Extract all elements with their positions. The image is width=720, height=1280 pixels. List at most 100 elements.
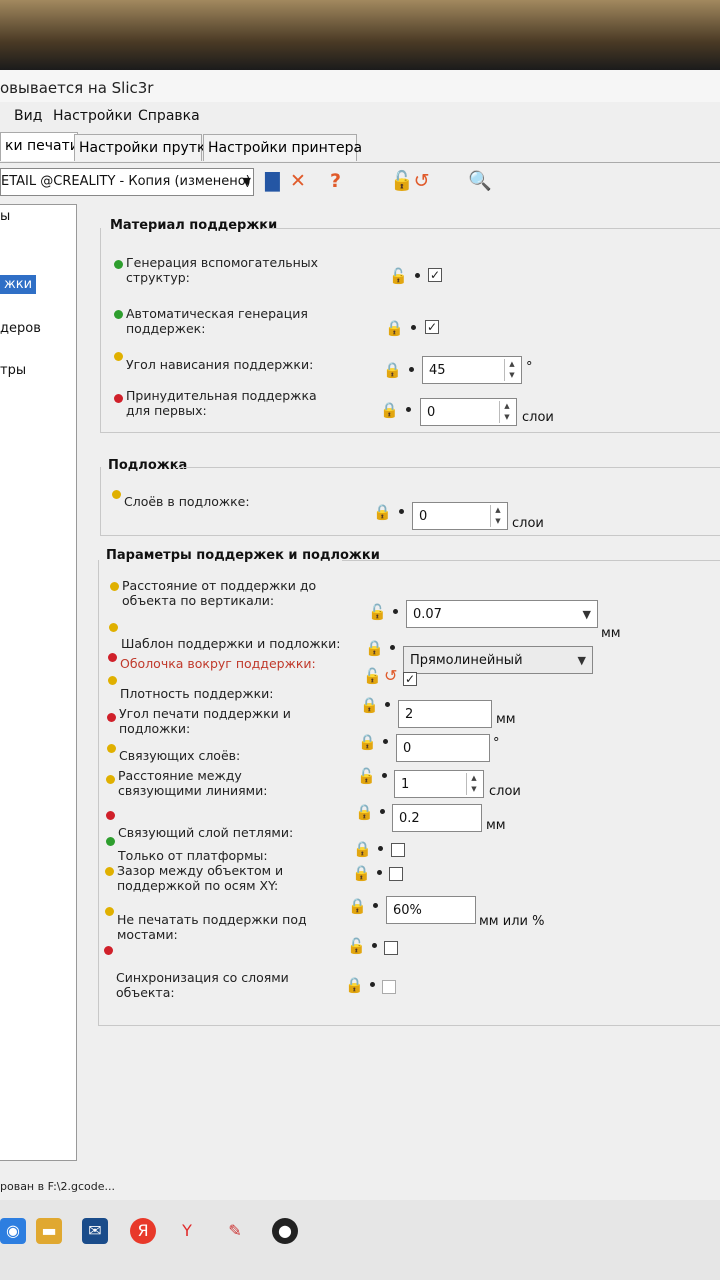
raft-layers-unit: слои	[512, 516, 544, 531]
preset-select[interactable]: ETAIL @CREALITY - Копия (изменено) ▼	[0, 168, 254, 196]
support-angle-label: Угол печати поддержки и подложки:	[119, 706, 291, 736]
tab-printer-settings[interactable]: Настройки принтера	[203, 134, 362, 161]
status-dot	[107, 744, 116, 753]
buildplate-only-checkbox[interactable]	[389, 867, 403, 881]
category-item[interactable]: тры	[0, 363, 26, 378]
raft-layers-label: Слоёв в подложке:	[124, 494, 250, 509]
unlock-icon[interactable]: 🔓	[363, 668, 382, 684]
category-item[interactable]: ы	[0, 209, 10, 224]
category-item-support[interactable]: жки	[0, 275, 37, 294]
save-icon[interactable]: ▇	[265, 170, 280, 192]
lock-icon[interactable]: 🔒	[385, 320, 404, 336]
menu-view[interactable]: Вид	[14, 108, 42, 124]
menu-settings[interactable]: Настройки	[53, 108, 132, 124]
support-pattern-select[interactable]: Прямолинейный ▼	[403, 646, 593, 674]
buildplate-only-label: Только от платформы:	[118, 848, 268, 863]
support-shell-checkbox[interactable]: ✓	[403, 672, 417, 686]
yandex-browser-icon[interactable]: Я	[130, 1218, 156, 1244]
support-angle-value: 0	[403, 741, 412, 756]
sync-layers-label: Синхронизация со слоями объекта:	[116, 970, 289, 1000]
status-dot	[112, 490, 121, 499]
overhang-angle-input[interactable]: 45 ▲ ▼	[422, 356, 522, 384]
yandex-icon[interactable]: Y	[174, 1218, 200, 1244]
app-icon[interactable]: ✎	[222, 1218, 248, 1244]
support-angle-input[interactable]: 0	[396, 734, 490, 762]
spinner-icon[interactable]: ▲ ▼	[504, 359, 519, 381]
bullet-icon	[415, 273, 420, 278]
bullet-icon	[378, 846, 383, 851]
contact-distance-unit: мм	[601, 626, 621, 641]
interface-loops-checkbox[interactable]	[391, 843, 405, 857]
no-bridges-label: Не печатать поддержки под мостами:	[117, 912, 307, 942]
section-divider	[262, 228, 720, 229]
help-icon[interactable]: ?	[330, 170, 341, 192]
status-dot	[114, 310, 123, 319]
status-dot	[105, 867, 114, 876]
slicer-app-icon[interactable]: ●	[272, 1218, 298, 1244]
section-divider	[176, 467, 720, 468]
preset-value: ETAIL @CREALITY - Копия (изменено)	[1, 174, 251, 189]
windows-start-icon[interactable]: ◉	[0, 1218, 26, 1244]
tab-filament-settings[interactable]: Настройки прутка	[74, 134, 214, 161]
interface-spacing-unit: мм	[486, 818, 506, 833]
status-dot	[107, 713, 116, 722]
lock-icon[interactable]: 🔒	[352, 865, 371, 881]
xy-gap-input[interactable]: 60%	[386, 896, 476, 924]
support-generate-label: Генерация вспомогательных структур:	[126, 255, 319, 285]
section-border	[100, 467, 101, 535]
interface-layers-input[interactable]: 1 ▲ ▼	[394, 770, 484, 798]
no-bridges-checkbox[interactable]	[384, 941, 398, 955]
spinner-icon[interactable]: ▲ ▼	[466, 773, 481, 795]
status-dot	[106, 811, 115, 820]
lock-icon[interactable]: 🔒	[345, 977, 364, 993]
support-auto-checkbox[interactable]: ✓	[425, 320, 439, 334]
lock-icon[interactable]: 🔒	[358, 734, 377, 750]
support-density-input[interactable]: 2	[398, 700, 492, 728]
contact-distance-select[interactable]: 0.07 ▼	[406, 600, 598, 628]
lock-icon[interactable]: 🔒	[383, 362, 402, 378]
sync-layers-checkbox[interactable]	[382, 980, 396, 994]
raft-layers-input[interactable]: 0 ▲ ▼	[412, 502, 508, 530]
lock-icon[interactable]: 🔒	[360, 697, 379, 713]
search-icon[interactable]: 🔍	[468, 170, 492, 192]
enforce-layers-input[interactable]: 0 ▲ ▼	[420, 398, 517, 426]
enforce-layers-unit: слои	[522, 410, 554, 425]
status-dot	[109, 623, 118, 632]
section-border	[100, 228, 101, 433]
unlock-icon[interactable]: 🔓	[368, 604, 387, 620]
mail-icon[interactable]: ✉	[82, 1218, 108, 1244]
folder-icon[interactable]: ▬	[36, 1218, 62, 1244]
section-border	[98, 560, 99, 1025]
spinner-icon[interactable]: ▲ ▼	[499, 401, 514, 423]
interface-spacing-input[interactable]: 0.2	[392, 804, 482, 832]
spinner-icon[interactable]: ▲ ▼	[490, 505, 505, 527]
unlock-icon[interactable]: 🔓	[389, 268, 408, 284]
bullet-icon	[370, 982, 375, 987]
xy-gap-value: 60%	[393, 903, 422, 918]
bullet-icon	[409, 367, 414, 372]
status-dot	[110, 582, 119, 591]
menu-help[interactable]: Справка	[138, 108, 200, 124]
overhang-angle-unit: °	[526, 360, 533, 375]
lock-icon[interactable]: 🔒	[355, 804, 374, 820]
monitor-bezel	[0, 0, 720, 70]
lock-icon[interactable]: 🔒	[380, 402, 399, 418]
chevron-down-icon: ▼	[242, 175, 251, 188]
reset-lock-icon[interactable]: 🔓↺	[390, 170, 430, 192]
overhang-angle-value: 45	[429, 363, 446, 378]
status-text: рован в F:\2.gcode...	[0, 1180, 115, 1193]
status-bar: рован в F:\2.gcode...	[0, 1174, 720, 1200]
undo-icon[interactable]: ↺	[384, 668, 397, 684]
section-divider	[98, 1025, 720, 1026]
support-pattern-value: Прямолинейный	[410, 653, 523, 668]
support-density-label: Плотность поддержки:	[120, 686, 274, 701]
delete-icon[interactable]: ✕	[290, 170, 306, 192]
unlock-icon[interactable]: 🔓	[357, 768, 376, 784]
tab-print-settings[interactable]: ки печати	[0, 132, 79, 161]
lock-icon[interactable]: 🔒	[365, 640, 384, 656]
support-generate-checkbox[interactable]: ✓	[428, 268, 442, 282]
lock-icon[interactable]: 🔒	[348, 898, 367, 914]
lock-icon[interactable]: 🔒	[373, 504, 392, 520]
category-item[interactable]: деров	[0, 321, 41, 336]
unlock-icon[interactable]: 🔓	[347, 938, 366, 954]
